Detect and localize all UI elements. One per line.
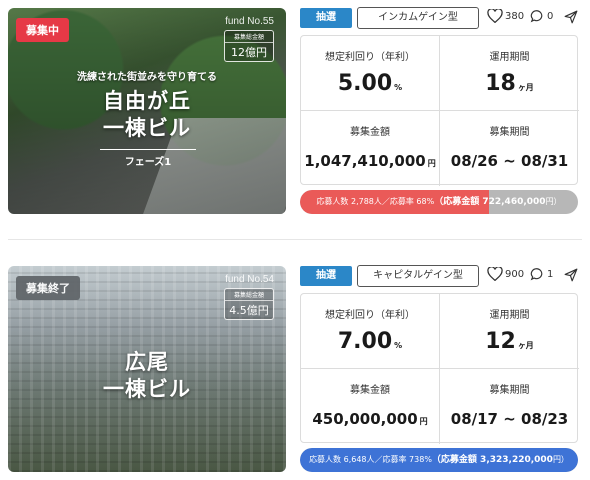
comment-count: 0 [547,10,554,22]
property-photo[interactable]: 募集終了 fund No.54 募集総金額 4.5億円 広尾 一棟ビル [8,266,286,472]
recruit-label: 募集期間 [489,127,530,138]
yield-value: 5.00% [301,71,439,96]
amount-cell: 募集金額 1,047,410,000 円 [301,111,440,186]
comment-button[interactable]: 0 [530,9,553,23]
amount-unit: 円 [419,417,428,426]
fund-total-value: 12億円 [231,46,267,59]
amount-cell: 募集金額 450,000,000 円 [301,369,440,444]
amount-label: 募集金額 [350,385,390,396]
yield-value: 7.00% [301,329,439,354]
like-count: 900 [505,268,525,280]
amount-value: 1,047,410,000 円 [301,152,439,170]
property-photo[interactable]: 募集中 fund No.55 募集総金額 12億円 洗練された街並みを守り育てる… [8,8,286,214]
share-button[interactable] [564,267,578,286]
period-unit: ヶ月 [517,83,534,92]
progress-applicants: 応募人数 6,648人／応募率 738% [309,455,432,464]
method-tag: 抽選 [300,8,352,28]
status-badge: 募集中 [16,18,69,42]
share-button[interactable] [564,9,578,28]
fund-total-value: 4.5億円 [229,304,269,317]
property-name: 自由が丘 一棟ビル [8,88,286,143]
yield-label: 想定利回り（年利） [325,310,415,321]
yield-unit: % [394,83,403,92]
progress-unit: 円） [545,197,562,206]
fund-total-box: 募集総金額 4.5億円 [224,288,274,320]
phase-label: フェーズ1 [100,149,196,168]
fund-total-box: 募集総金額 12億円 [224,30,274,62]
property-name-line2: 一棟ビル [103,377,191,402]
yield-number: 5.00 [337,71,393,96]
heart-icon [487,9,503,23]
fund-number: fund No.55 [225,16,274,27]
comment-icon [530,268,543,281]
card-divider [8,239,582,240]
recruit-value: 08/17 ~ 08/23 [450,410,569,428]
amount-unit: 円 [427,159,436,168]
yield-cell: 想定利回り（年利） 5.00% [301,36,440,111]
fund-info-grid: 想定利回り（年利） 5.00% 運用期間 18 ヶ月 募集金額 1,047,410… [300,35,579,186]
comment-count: 1 [547,268,554,280]
period-cell: 運用期間 18 ヶ月 [440,36,579,111]
method-tag: 抽選 [300,266,352,286]
like-button[interactable]: 900 [487,267,524,281]
fund-card[interactable]: 募集中 fund No.55 募集総金額 12億円 洗練された街並みを守り育てる… [0,0,590,220]
period-unit: ヶ月 [517,341,534,350]
period-number: 18 [485,71,516,96]
yield-unit: % [394,341,403,350]
period-number: 12 [485,329,516,354]
progress-text: 応募人数 2,788人／応募率 68%（応募金額 722,460,000円） [300,190,578,214]
fund-total-label: 募集総金額 [225,31,273,43]
recruit-value: 08/26 ~ 08/31 [450,152,569,170]
application-progress-bar: 応募人数 6,648人／応募率 738%（応募金額 3,323,220,000円… [300,448,578,472]
amount-number: 450,000,000 [312,410,418,428]
yield-label: 想定利回り（年利） [325,52,415,63]
property-tagline: 洗練された街並みを守り育てる [77,72,217,83]
property-name: 広尾 一棟ビル [8,349,286,404]
like-count: 380 [505,10,525,22]
comment-button[interactable]: 1 [530,267,553,281]
period-value: 12 ヶ月 [440,329,579,354]
amount-number: 1,047,410,000 [304,152,426,170]
progress-text: 応募人数 6,648人／応募率 738%（応募金額 3,323,220,000円… [300,448,578,472]
share-icon [564,10,578,24]
recruit-cell: 募集期間 08/17 ~ 08/23 [440,369,579,444]
fund-total-label: 募集総金額 [225,289,273,301]
recruit-label: 募集期間 [489,385,530,396]
amount-label: 募集金額 [350,127,390,138]
application-progress-bar: 応募人数 2,788人／応募率 68%（応募金額 722,460,000円） [300,190,578,214]
share-icon [564,268,578,282]
comment-icon [530,10,543,23]
fund-info-grid: 想定利回り（年利） 7.00% 運用期間 12 ヶ月 募集金額 450,000,0… [300,293,579,444]
status-badge: 募集終了 [16,276,80,300]
period-cell: 運用期間 12 ヶ月 [440,294,579,369]
like-button[interactable]: 380 [487,9,524,23]
period-label: 運用期間 [489,52,530,63]
property-name-line2: 一棟ビル [103,116,191,141]
recruit-cell: 募集期間 08/26 ~ 08/31 [440,111,579,186]
period-value: 18 ヶ月 [440,71,579,96]
heart-icon [487,267,503,281]
fund-number: fund No.54 [225,274,274,285]
property-name-line1: 自由が丘 [103,89,191,113]
gain-type-tag: インカムゲイン型 [357,7,479,29]
progress-applicants: 応募人数 2,788人／応募率 68% [316,197,435,206]
progress-unit: 円） [552,455,569,464]
fund-card[interactable]: 募集終了 fund No.54 募集総金額 4.5億円 広尾 一棟ビル 抽選 キ… [0,258,590,478]
amount-value: 450,000,000 円 [301,410,439,428]
property-name-line1: 広尾 [125,350,169,374]
gain-type-tag: キャピタルゲイン型 [357,265,479,287]
period-label: 運用期間 [489,310,530,321]
yield-number: 7.00 [337,329,393,354]
yield-cell: 想定利回り（年利） 7.00% [301,294,440,369]
progress-amount: （応募金額 722,460,000 [434,197,546,207]
progress-amount: （応募金額 3,323,220,000 [431,455,553,465]
